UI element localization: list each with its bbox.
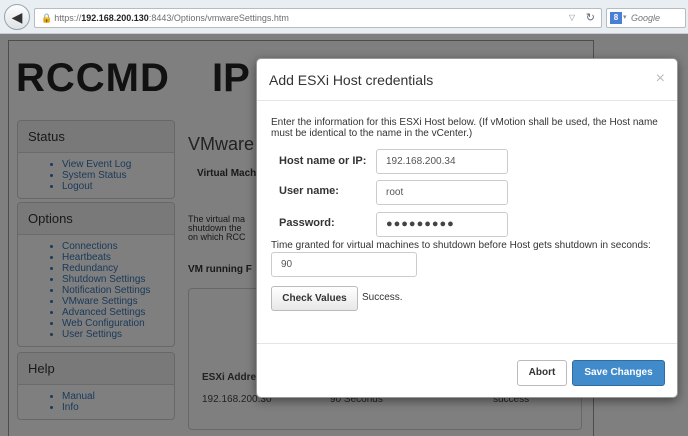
password-input[interactable]: ●●●●●●●●● [376, 212, 508, 237]
url-path: :8443/Options/vmwareSettings.htm [148, 13, 289, 23]
search-placeholder: Google [631, 13, 661, 23]
user-input[interactable]: root [376, 180, 508, 205]
google-icon: 8 [610, 12, 622, 24]
modal-intro-text: Enter the information for this ESXi Host… [271, 117, 658, 139]
address-bar[interactable]: 🔒 https://192.168.200.130:8443/Options/vm… [34, 8, 602, 28]
modal-header: Add ESXi Host credentials × [257, 59, 677, 101]
reload-icon[interactable]: ↻ [586, 9, 595, 27]
credentials-modal: Add ESXi Host credentials × Enter the in… [256, 58, 678, 398]
modal-title: Add ESXi Host credentials [269, 72, 434, 88]
check-values-button[interactable]: Check Values [271, 286, 358, 311]
save-changes-button[interactable]: Save Changes [572, 360, 665, 386]
lock-icon: 🔒 [41, 13, 53, 23]
url-host: 192.168.200.130 [81, 13, 149, 23]
time-label: Time granted for virtual machines to shu… [271, 240, 651, 251]
search-engine-dropdown-icon[interactable]: ▾ [623, 9, 627, 27]
user-label: User name: [279, 185, 339, 197]
browser-toolbar: ◀ 🔒 https://192.168.200.130:8443/Options/… [0, 0, 688, 34]
close-icon[interactable]: × [656, 70, 665, 88]
password-label: Password: [279, 217, 335, 229]
modal-footer: Abort Save Changes [257, 343, 677, 398]
back-arrow-icon[interactable]: ◀ [4, 4, 30, 30]
url-prefix: https:// [54, 13, 82, 23]
check-status-text: Success. [362, 292, 403, 303]
dropdown-icon[interactable]: ▽ [569, 9, 575, 27]
shutdown-time-input[interactable]: 90 [271, 252, 417, 277]
search-box[interactable]: 8 ▾ Google [606, 8, 686, 28]
abort-button[interactable]: Abort [517, 360, 567, 386]
host-label: Host name or IP: [279, 155, 367, 167]
host-input[interactable]: 192.168.200.34 [376, 149, 508, 174]
